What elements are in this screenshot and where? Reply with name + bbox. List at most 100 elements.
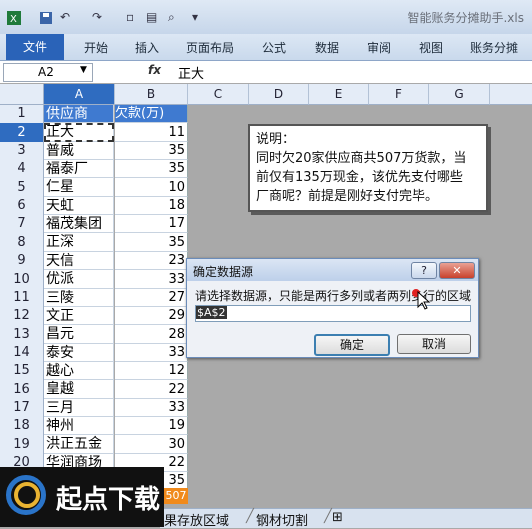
help-button[interactable]: ? bbox=[411, 262, 437, 279]
tab-data[interactable]: 数据 bbox=[315, 39, 339, 56]
debt-cell[interactable]: 12 bbox=[115, 362, 188, 380]
debt-cell[interactable]: 27 bbox=[115, 289, 188, 307]
column-header-b[interactable]: B bbox=[115, 84, 188, 105]
supplier-cell[interactable]: 福茂集团 bbox=[44, 215, 114, 233]
supplier-cell[interactable]: 普威 bbox=[44, 142, 114, 160]
supplier-cell[interactable]: 越心 bbox=[44, 362, 114, 380]
debt-cell[interactable]: 22 bbox=[115, 380, 188, 399]
tab-view[interactable]: 视图 bbox=[419, 39, 443, 56]
supplier-cell[interactable]: 皇越 bbox=[44, 380, 114, 399]
supplier-cell[interactable]: 天虹 bbox=[44, 197, 114, 215]
note-line: 同时欠20家供应商共507万货款，当 bbox=[256, 151, 467, 166]
row-header[interactable]: 6 bbox=[0, 197, 44, 216]
supplier-cell[interactable]: 正大 bbox=[44, 123, 114, 142]
column-header-a[interactable]: A bbox=[44, 84, 115, 105]
supplier-cell[interactable]: 文正 bbox=[44, 307, 114, 325]
row-header[interactable]: 8 bbox=[0, 233, 44, 253]
select-all-corner[interactable] bbox=[0, 84, 44, 105]
row-header[interactable]: 12 bbox=[0, 307, 44, 326]
dialog-title-bar[interactable]: 确定数据源 ? ✕ bbox=[187, 259, 478, 281]
debt-cell[interactable]: 29 bbox=[115, 307, 188, 325]
debt-cell[interactable]: 30 bbox=[115, 435, 188, 454]
header-cell-debt[interactable]: 欠款(万) bbox=[115, 105, 188, 123]
range-input-value: $A$2 bbox=[196, 306, 227, 319]
debt-cell[interactable]: 11 bbox=[115, 123, 188, 142]
debt-cell[interactable]: 10 bbox=[115, 178, 188, 197]
column-header-e[interactable]: E bbox=[309, 84, 369, 105]
open-folder-icon[interactable]: ▤ bbox=[146, 10, 157, 26]
debt-cell[interactable]: 19 bbox=[115, 417, 188, 435]
header-cell-supplier[interactable]: 供应商 bbox=[44, 105, 114, 123]
debt-cell[interactable]: 33 bbox=[115, 270, 188, 289]
chevron-down-icon[interactable]: ▼ bbox=[80, 65, 87, 75]
debt-cell[interactable]: 33 bbox=[115, 399, 188, 417]
debt-cell[interactable]: 35 bbox=[115, 142, 188, 160]
row-header[interactable]: 18 bbox=[0, 417, 44, 436]
tab-insert[interactable]: 插入 bbox=[135, 39, 159, 56]
row-header[interactable]: 15 bbox=[0, 362, 44, 381]
supplier-cell[interactable]: 正深 bbox=[44, 233, 114, 252]
tab-page-layout[interactable]: 页面布局 bbox=[186, 39, 234, 56]
row-header[interactable]: 7 bbox=[0, 215, 44, 234]
supplier-cell[interactable]: 泰安 bbox=[44, 344, 114, 362]
column-header-h[interactable] bbox=[490, 84, 532, 105]
tab-account-split[interactable]: 账务分摊 bbox=[470, 39, 518, 56]
row-header[interactable]: 1 bbox=[0, 105, 44, 124]
supplier-cell[interactable]: 神州 bbox=[44, 417, 114, 435]
supplier-cell[interactable]: 仁星 bbox=[44, 178, 114, 197]
row-header[interactable]: 13 bbox=[0, 325, 44, 345]
name-box[interactable]: A2 ▼ bbox=[3, 63, 93, 82]
debt-cell[interactable]: 35 bbox=[115, 160, 188, 178]
row-header[interactable]: 11 bbox=[0, 289, 44, 308]
row-header[interactable]: 10 bbox=[0, 270, 44, 290]
debt-cell[interactable]: 33 bbox=[115, 344, 188, 362]
column-header-d[interactable]: D bbox=[249, 84, 309, 105]
new-file-icon[interactable]: ▫ bbox=[126, 10, 134, 26]
row-header[interactable]: 3 bbox=[0, 142, 44, 161]
row-header[interactable]: 17 bbox=[0, 399, 44, 418]
debt-cell[interactable]: 28 bbox=[115, 325, 188, 344]
debt-cell[interactable]: 23 bbox=[115, 252, 188, 270]
dialog-title: 确定数据源 bbox=[193, 265, 254, 279]
supplier-cell[interactable]: 福泰厂 bbox=[44, 160, 114, 178]
redo-icon[interactable]: ↷ bbox=[92, 10, 102, 26]
debt-cell[interactable]: 17 bbox=[115, 215, 188, 233]
supplier-cell[interactable]: 昌元 bbox=[44, 325, 114, 344]
print-preview-icon[interactable]: ⌕ bbox=[168, 10, 175, 26]
tab-review[interactable]: 审阅 bbox=[367, 39, 391, 56]
row-header[interactable]: 19 bbox=[0, 435, 44, 455]
sheet-tab-results[interactable]: 果存放区域 bbox=[164, 510, 229, 529]
cancel-button[interactable]: 取消 bbox=[397, 334, 471, 354]
insert-sheet-icon[interactable]: ⊞ bbox=[332, 510, 343, 525]
row-header[interactable]: 16 bbox=[0, 380, 44, 400]
total-cell[interactable]: 507 bbox=[164, 488, 188, 504]
row-header[interactable]: 9 bbox=[0, 252, 44, 271]
data-source-dialog: 确定数据源 ? ✕ 请选择数据源，只能是两行多列或者两列多行的区域 $A$2 确… bbox=[186, 258, 479, 358]
formula-input[interactable]: 正大 bbox=[178, 63, 204, 82]
debt-cell[interactable]: 18 bbox=[115, 197, 188, 215]
save-icon[interactable] bbox=[38, 10, 54, 26]
column-header-g[interactable]: G bbox=[429, 84, 490, 105]
supplier-cell[interactable]: 三月 bbox=[44, 399, 114, 417]
supplier-cell[interactable]: 天信 bbox=[44, 252, 114, 270]
function-icon[interactable]: fx bbox=[148, 63, 161, 77]
excel-app-icon[interactable]: X bbox=[6, 10, 22, 26]
row-header[interactable]: 2 bbox=[0, 123, 44, 143]
close-button[interactable]: ✕ bbox=[439, 262, 475, 279]
tab-file[interactable]: 文件 bbox=[6, 34, 64, 60]
undo-icon[interactable]: ↶ bbox=[60, 10, 70, 26]
tab-home[interactable]: 开始 bbox=[84, 39, 108, 56]
column-header-f[interactable]: F bbox=[369, 84, 429, 105]
supplier-cell[interactable]: 洪正五金 bbox=[44, 435, 114, 454]
debt-cell[interactable]: 35 bbox=[115, 233, 188, 252]
supplier-cell[interactable]: 优派 bbox=[44, 270, 114, 289]
row-header[interactable]: 4 bbox=[0, 160, 44, 179]
tab-formulas[interactable]: 公式 bbox=[262, 39, 286, 56]
column-header-c[interactable]: C bbox=[188, 84, 249, 105]
row-header[interactable]: 14 bbox=[0, 344, 44, 363]
customize-toolbar-icon[interactable]: ▾ bbox=[192, 10, 198, 26]
sheet-tab-steel-cutting[interactable]: 钢材切割 bbox=[256, 510, 308, 529]
row-header[interactable]: 5 bbox=[0, 178, 44, 198]
ok-button[interactable]: 确定 bbox=[314, 334, 390, 356]
supplier-cell[interactable]: 三陵 bbox=[44, 289, 114, 307]
